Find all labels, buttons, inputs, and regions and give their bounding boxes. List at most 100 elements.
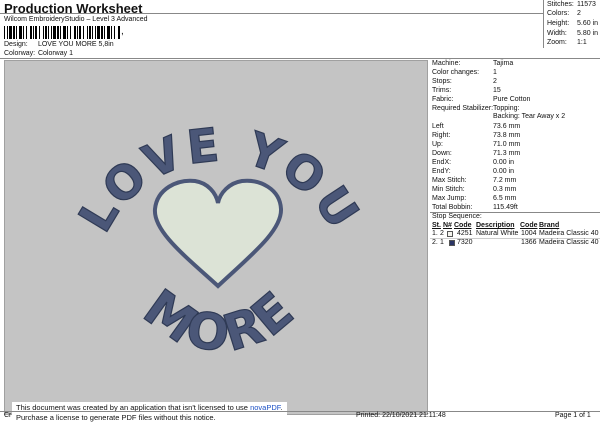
license-notice-text-2: Purchase a license to generate PDF files… [16,413,216,422]
seq-header-description: Description [476,222,515,229]
colorway-label: Colorway: [4,50,36,57]
info-stops: Stops: 2 [432,78,497,85]
barcode-bar [89,26,91,39]
barcode-bar [67,26,68,39]
barcode-bar [53,26,56,39]
barcode-bar [83,26,84,39]
table-row-brand: Madeira Classic 40 [539,230,599,237]
barcode-bar [4,26,5,39]
barcode-bar [111,26,112,39]
barcode-bar [45,26,47,39]
meta-divider [0,58,600,59]
thread-swatch [447,231,453,237]
barcode-bar [77,26,78,39]
colorway-row: Colorway: Colorway 1 [4,50,73,57]
header-divider [0,13,543,14]
barcode-bar [60,26,61,39]
info-stabilizer: Required Stabilizer: Topping: [432,105,520,112]
table-row-code2: 1366 [521,239,537,246]
stat-height: Height: 5.60 in [547,20,599,27]
barcode-bar [16,26,17,39]
barcode [4,26,120,39]
info-left: Left 73.6 mm [432,123,521,130]
table-row-n: 2 [440,230,444,237]
info-color-changes: Color changes: 1 [432,69,497,76]
info-trims: Trims: 15 [432,87,501,94]
table-row-n: 1 [440,239,444,246]
info-fabric: Fabric: Pure Cotton [432,96,531,103]
barcode-bar [48,26,49,39]
barcode-bar [87,26,88,39]
barcode-bar [13,26,15,39]
printed-timestamp: Printed: 22/10/2021 21:11:48 [356,412,446,419]
info-min-stitch: Min Stitch: 0.3 mm [432,186,517,193]
info-max-jump: Max Jump: 6.5 mm [432,195,517,202]
barcode-bar [70,26,71,39]
design-preview: LOVE YOU MORE [4,60,428,415]
barcode-bar [57,26,59,39]
table-row-st: 1. [432,230,438,237]
info-down: Down: 71.3 mm [432,150,521,157]
footer-left-fragment: Cr [4,412,12,419]
barcode-bar [9,26,12,39]
stat-width: Width: 5.80 in [547,30,599,37]
stats-box: Stitches: 11573 Colors: 2 Height: 5.60 in W… [543,0,600,48]
stat-zoom: Zoom: 1:1 [547,39,587,46]
barcode-bar [39,26,40,39]
barcode-bar [30,26,32,39]
design-row: Design: LOVE YOU MORE 5,8in [4,41,114,48]
barcode-bar [63,26,66,39]
barcode-bar [97,26,100,39]
footer-divider [0,411,600,412]
info-endx: EndX: 0.00 in [432,159,515,166]
barcode-bar [23,26,24,39]
stat-colors: Colors: 2 [547,10,581,17]
table-row-description: Natural White [476,230,519,237]
barcode-bar [107,26,110,39]
barcode-bar [51,26,52,39]
barcode-bar [74,26,76,39]
barcode-bar [35,26,37,39]
table-row-code: 7320 [457,239,473,246]
embroidery-artwork: LOVE YOU MORE [67,116,368,364]
info-machine: Machine: Tajima [432,60,514,67]
seq-header-code: Code [454,222,472,229]
page-number: Page 1 of 1 [555,412,591,419]
barcode-bar [43,26,44,39]
seq-header-code2: Code [520,222,538,229]
table-row-brand: Madeira Classic 40 [539,239,599,246]
seq-header-brand: Brand [539,222,560,229]
barcode-bar [79,26,81,39]
barcode-bar [118,26,120,39]
barcode-bar [26,26,27,39]
info-max-stitch: Max Stitch: 7.2 mm [432,177,517,184]
thread-swatch [449,240,455,246]
seq-header-n: N# [443,222,452,229]
artwork-bottom-text: MORE [133,278,306,363]
barcode-suffix: , [121,26,124,37]
info-total-bobbin: Total Bobbin: 115.49ft [432,204,518,211]
barcode-bar [92,26,93,39]
seq-header-st: St. [432,222,441,229]
info-endy: EndY: 0.00 in [432,168,515,175]
barcode-bar [104,26,105,39]
barcode-bar [19,26,22,39]
design-label: Design: [4,41,28,48]
barcode-bar [33,26,34,39]
barcode-bar [114,26,115,39]
heart-shape [152,178,284,289]
stat-stitches: Stitches: 11573 [547,1,596,8]
stop-sequence-title: Stop Sequence: [432,213,482,220]
license-notice: This document was created by an applicat… [12,402,287,424]
barcode-bar [95,26,96,39]
table-row-st: 2. [432,239,438,246]
software-subtitle: Wilcom EmbroideryStudio – Level 3 Advanc… [4,16,148,23]
barcode-bar [7,26,8,39]
info-up: Up: 71.0 mm [432,141,521,148]
colorway-value: Colorway 1 [37,50,73,57]
table-row-code2: 1004 [521,230,537,237]
design-value: LOVE YOU MORE 5,8in [37,41,114,48]
table-row-code: 4251 [457,230,473,237]
barcode-bar [101,26,103,39]
info-right: Right: 73.8 mm [432,132,521,139]
